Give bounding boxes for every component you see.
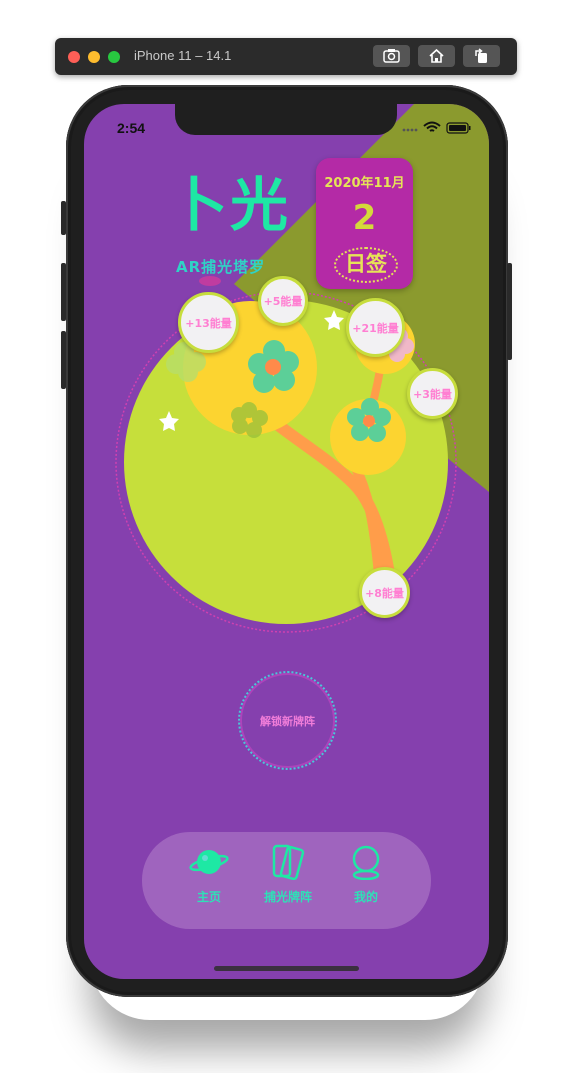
- date-month: 2020年11月: [324, 176, 405, 191]
- energy-bubble[interactable]: +21能量: [346, 298, 405, 357]
- battery-icon: [446, 122, 471, 134]
- minimize-window-button[interactable]: [88, 51, 100, 63]
- energy-bubble-label: +5能量: [263, 295, 303, 308]
- tab-mine[interactable]: 我的: [326, 844, 406, 905]
- notch: [175, 104, 397, 135]
- energy-bubble-label: +8能量: [365, 586, 404, 600]
- app-logo-title: 卜光: [170, 171, 291, 239]
- simulator-toolbar: iPhone 11 – 14.1: [55, 38, 517, 75]
- tab-card-spread-label: 捕光牌阵: [263, 890, 312, 904]
- daily-sign-label: 日签: [334, 247, 398, 283]
- tab-home[interactable]: 主页: [169, 844, 249, 905]
- status-time: 2:54: [117, 120, 146, 136]
- unlock-button-label: 解锁新牌阵: [260, 714, 315, 728]
- energy-bubble[interactable]: +3能量: [407, 368, 458, 419]
- wifi-icon: [423, 121, 441, 132]
- screenshot-icon: [383, 49, 400, 63]
- rotate-icon: [475, 48, 487, 63]
- planet-icon: [189, 850, 229, 874]
- energy-bubble[interactable]: +5能量: [258, 276, 308, 326]
- date-day: 2: [352, 198, 377, 238]
- flower-center: [265, 359, 281, 375]
- cards-icon: [272, 844, 305, 881]
- energy-bubble[interactable]: +8能量: [359, 567, 410, 618]
- daily-sign-card[interactable]: 2020年11月 2 日签: [316, 158, 413, 289]
- volume-down-button: [61, 331, 66, 389]
- tab-card-spread[interactable]: 捕光牌阵: [248, 844, 328, 905]
- mute-switch: [61, 201, 66, 235]
- zoom-window-button[interactable]: [108, 51, 120, 63]
- tab-home-label: 主页: [196, 890, 221, 904]
- app-screen: 2:54 卜光 AR捕光塔罗 2020年11月 2 日签 +13能量 +5能量 …: [84, 104, 489, 979]
- flower-center: [363, 415, 375, 427]
- simulator-title: iPhone 11 – 14.1: [134, 48, 232, 63]
- energy-bubble[interactable]: +13能量: [178, 292, 239, 353]
- power-button: [507, 263, 512, 360]
- unlock-new-spread-button[interactable]: 解锁新牌阵: [238, 671, 337, 770]
- energy-bubble-label: +13能量: [185, 316, 232, 330]
- signal-icon: [402, 128, 418, 132]
- screenshot-button[interactable]: [373, 45, 410, 67]
- tab-bar: 主页 捕光牌阵 我的: [142, 832, 431, 929]
- volume-up-button: [61, 263, 66, 321]
- status-icons: [402, 121, 471, 134]
- home-indicator[interactable]: [214, 966, 359, 971]
- home-icon: [429, 48, 444, 63]
- close-window-button[interactable]: [68, 51, 80, 63]
- tab-mine-label: 我的: [353, 890, 378, 904]
- logo-decoration: [199, 276, 221, 286]
- crystal-ball-icon: [352, 845, 380, 881]
- home-button[interactable]: [418, 45, 455, 67]
- rotate-button[interactable]: [463, 45, 500, 67]
- energy-bubble-label: +21能量: [352, 321, 399, 335]
- app-logo-subtitle: AR捕光塔罗: [176, 258, 266, 276]
- energy-bubble-label: +3能量: [413, 387, 452, 401]
